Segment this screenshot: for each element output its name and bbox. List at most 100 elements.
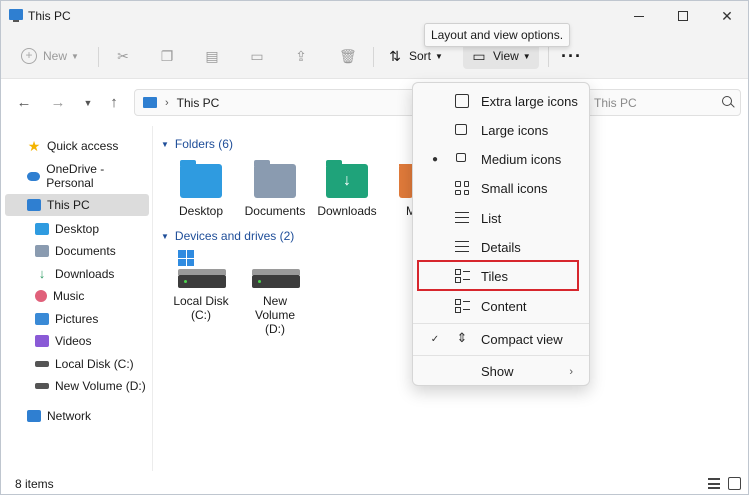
computer-icon <box>143 97 157 108</box>
chevron-right-icon: › <box>569 365 573 378</box>
large-icons-icon <box>455 124 467 135</box>
menu-item-large-icons[interactable]: Large icons <box>417 117 587 144</box>
music-icon <box>35 290 47 302</box>
delete-button[interactable]: 🗑 <box>339 43 357 69</box>
sidebar-item-network[interactable]: Network <box>5 405 149 427</box>
search-input[interactable]: This PC <box>576 89 741 116</box>
menu-item-small-icons[interactable]: Small icons <box>417 175 587 202</box>
menu-item-medium-icons[interactable]: ● Medium icons <box>417 146 587 173</box>
sidebar-item-label: Downloads <box>55 267 115 281</box>
menu-divider <box>413 355 589 356</box>
menu-item-show[interactable]: Show › <box>417 358 587 385</box>
sidebar-item-label: Videos <box>55 334 92 348</box>
desktop-folder-icon <box>35 223 49 235</box>
toolbar-divider <box>548 47 549 67</box>
menu-divider <box>413 323 589 324</box>
folder-tile-documents[interactable]: Documents <box>239 160 311 218</box>
sort-label: Sort <box>409 49 432 63</box>
maximize-button[interactable] <box>661 1 705 31</box>
drives-section-header[interactable]: ▼ Devices and drives (2) <box>161 229 294 243</box>
view-label: View <box>493 49 519 63</box>
new-label: New <box>43 49 68 63</box>
cloud-icon <box>27 171 41 181</box>
sidebar-item-this-pc[interactable]: This PC <box>5 194 149 216</box>
chevron-down-icon: ▼ <box>435 51 443 61</box>
drive-tile-new-volume[interactable]: New Volume (D:) <box>239 250 311 336</box>
sidebar-item-quick-access[interactable]: ★ Quick access <box>5 135 149 157</box>
new-button[interactable]: + New ▼ <box>21 43 79 69</box>
forward-arrow-icon[interactable]: → <box>49 94 67 112</box>
sidebar-item-local-disk[interactable]: Local Disk (C:) <box>5 353 149 375</box>
menu-item-label: List <box>481 211 502 226</box>
sidebar-item-label: New Volume (D:) <box>55 379 146 393</box>
sidebar-item-label: Network <box>47 409 92 423</box>
paste-icon: ▤ <box>205 48 219 64</box>
chevron-right-icon: › <box>165 96 169 109</box>
recent-locations-chevron-icon[interactable]: ▼ <box>79 94 97 112</box>
large-icons-view-icon[interactable] <box>728 477 741 490</box>
medium-icons-icon <box>456 153 466 162</box>
sidebar-item-videos[interactable]: Videos <box>5 330 149 352</box>
menu-item-list[interactable]: List <box>417 205 587 232</box>
sidebar-item-onedrive[interactable]: OneDrive - Personal <box>5 162 149 190</box>
command-bar: + New ▼ ✂ ❐ ▤ ▭ ⇪ 🗑 ⇅ Sort ▼ ▭ View ▼ ··… <box>1 31 748 79</box>
window-title: This PC <box>28 9 71 23</box>
folder-tile-music[interactable]: M <box>373 164 413 218</box>
up-arrow-icon[interactable]: ↑ <box>105 94 123 112</box>
desktop-folder-icon <box>180 160 222 198</box>
close-button[interactable]: ✕ <box>705 1 748 31</box>
rename-icon: ▭ <box>250 48 264 64</box>
cut-button[interactable]: ✂ <box>115 43 131 69</box>
paste-button[interactable]: ▤ <box>204 43 220 69</box>
folder-label: Downloads <box>317 204 377 218</box>
extra-large-icons-icon <box>455 94 469 108</box>
small-icons-icon <box>455 181 469 195</box>
computer-icon <box>9 9 23 22</box>
list-icon <box>455 212 469 223</box>
address-path: This PC <box>176 95 220 110</box>
drive-label-line: (D:) <box>265 322 285 336</box>
scissors-icon: ✂ <box>117 48 129 64</box>
menu-item-label: Compact view <box>481 332 563 347</box>
share-icon: ⇪ <box>295 48 307 64</box>
menu-item-details[interactable]: Details <box>417 234 587 261</box>
selected-dot-icon: ● <box>431 154 439 165</box>
menu-item-label: Content <box>481 299 527 314</box>
sidebar-item-new-volume[interactable]: New Volume (D:) <box>5 375 149 397</box>
copy-button[interactable]: ❐ <box>159 43 175 69</box>
menu-item-compact-view[interactable]: ✓ ⇕ Compact view <box>417 326 587 353</box>
disk-icon <box>35 383 49 389</box>
star-icon: ★ <box>27 138 41 154</box>
sidebar-item-label: Desktop <box>55 222 100 236</box>
folders-section-header[interactable]: ▼ Folders (6) <box>161 137 233 151</box>
menu-item-extra-large-icons[interactable]: Extra large icons <box>417 88 587 115</box>
chevron-down-icon: ▼ <box>161 231 169 241</box>
downloads-icon: ↓ <box>38 266 46 281</box>
menu-item-content[interactable]: Content <box>417 293 587 320</box>
minimize-button[interactable] <box>617 1 661 31</box>
toolbar-divider <box>373 47 374 67</box>
content-icon <box>455 299 470 313</box>
sidebar-item-documents[interactable]: Documents <box>5 240 149 262</box>
share-button[interactable]: ⇪ <box>293 43 309 69</box>
videos-icon <box>35 335 49 347</box>
pictures-icon <box>35 313 49 325</box>
sidebar-item-music[interactable]: Music <box>5 285 149 307</box>
sidebar-item-pictures[interactable]: Pictures <box>5 308 149 330</box>
close-icon: ✕ <box>721 7 733 24</box>
details-view-icon[interactable] <box>708 478 720 489</box>
music-folder-icon <box>399 164 413 198</box>
disk-icon <box>35 361 49 367</box>
sidebar-item-label: Documents <box>55 244 116 258</box>
sidebar-item-desktop[interactable]: Desktop <box>5 218 149 240</box>
folder-label: Documents <box>244 204 306 218</box>
sidebar-item-downloads[interactable]: ↓ Downloads <box>5 263 149 285</box>
check-icon: ✓ <box>430 334 440 345</box>
address-bar[interactable]: › This PC <box>134 89 424 116</box>
view-icon: ▭ <box>472 48 486 64</box>
back-arrow-icon[interactable]: ← <box>15 94 33 112</box>
rename-button[interactable]: ▭ <box>249 43 265 69</box>
navigation-pane: ★ Quick access OneDrive - Personal This … <box>1 126 153 471</box>
folder-tile-desktop[interactable]: Desktop <box>165 160 237 218</box>
drive-tile-local-disk[interactable]: Local Disk (C:) <box>165 250 237 322</box>
